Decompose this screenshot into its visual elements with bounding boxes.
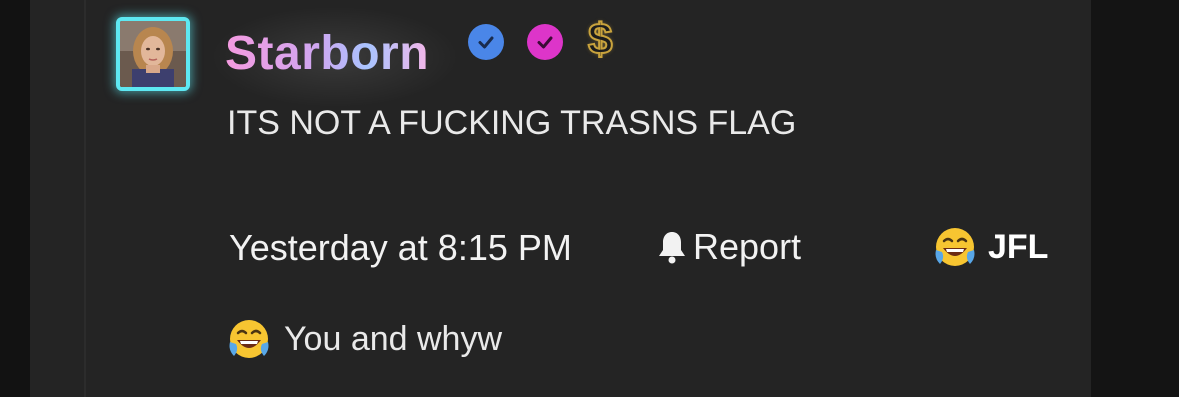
- laugh-cry-emoji-icon: [229, 320, 269, 358]
- bell-icon: [659, 232, 685, 264]
- reply-text: You and whyw: [284, 320, 503, 358]
- left-frame: [0, 0, 30, 397]
- avatar-image: [120, 21, 186, 87]
- report-label: Report: [693, 226, 802, 267]
- username[interactable]: Starborn: [225, 30, 429, 78]
- timestamp: Yesterday at 8:15 PM: [229, 227, 572, 268]
- reaction-label: JFL: [988, 228, 1049, 266]
- comment-text: ITS NOT A FUCKING TRASNS FLAG: [227, 104, 797, 142]
- verified-blue-icon: [468, 24, 504, 60]
- reaction-button[interactable]: JFL: [932, 224, 1048, 270]
- avatar[interactable]: [116, 17, 190, 91]
- verified-pink-icon: [527, 24, 563, 60]
- laugh-cry-emoji-icon: [935, 228, 975, 266]
- reply-item[interactable]: You and whyw: [226, 316, 502, 362]
- right-frame: [1091, 0, 1179, 397]
- report-button[interactable]: Report: [655, 229, 801, 265]
- thread-line: [84, 0, 86, 397]
- dollar-icon: $: [587, 15, 614, 64]
